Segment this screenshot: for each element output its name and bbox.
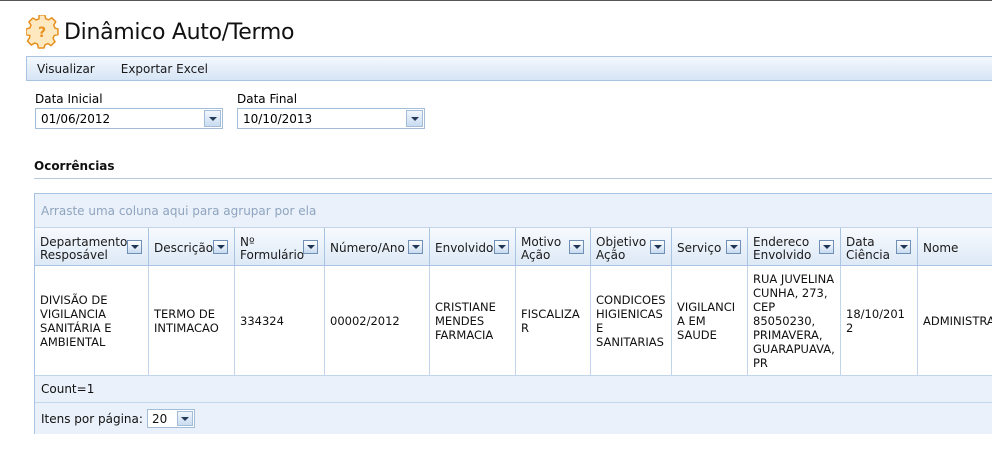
- chevron-down-icon: [216, 245, 225, 249]
- page-size-select[interactable]: 20: [146, 409, 195, 428]
- column-header-motivo-acao[interactable]: Motivo Ação: [516, 228, 591, 266]
- chevron-down-icon: [306, 245, 315, 249]
- gear-question-icon: ?: [26, 15, 59, 49]
- start-date-label: Data Inicial: [35, 92, 103, 106]
- column-header-formulario[interactable]: Nº Formulário: [235, 228, 325, 266]
- column-filter-button[interactable]: [303, 240, 318, 254]
- menu-bar: Visualizar Exportar Excel: [26, 56, 992, 81]
- column-header-servico[interactable]: Serviço: [672, 228, 748, 266]
- chevron-down-icon: [729, 245, 738, 249]
- section-divider: [34, 178, 992, 179]
- column-header-nome[interactable]: Nome: [918, 228, 992, 266]
- title-bar: ? Dinâmico Auto/Termo: [26, 14, 294, 50]
- column-header-data-ciencia[interactable]: Data Ciência: [841, 228, 918, 266]
- column-filter-button[interactable]: [569, 240, 584, 254]
- column-filter-button[interactable]: [494, 240, 509, 254]
- cell-objetivo-acao: CONDICOES HIGIENICAS E SANITARIAS: [591, 266, 672, 376]
- end-date-label: Data Final: [237, 92, 298, 106]
- grid-header-row: Departamento Resposável Descrição Nº For…: [35, 228, 992, 266]
- chevron-down-icon: [497, 245, 506, 249]
- start-date-value[interactable]: 01/06/2012: [36, 112, 204, 126]
- section-title: Ocorrências: [34, 159, 115, 173]
- end-date-dropdown-button[interactable]: [406, 110, 423, 127]
- page-size-label: Itens por página:: [41, 411, 143, 426]
- column-header-departamento[interactable]: Departamento Resposável: [35, 228, 149, 266]
- start-date-dropdown-button[interactable]: [204, 110, 221, 127]
- column-header-descricao[interactable]: Descrição: [149, 228, 235, 266]
- column-filter-button[interactable]: [408, 240, 423, 254]
- chevron-down-icon: [180, 416, 189, 421]
- cell-formulario: 334324: [235, 266, 325, 376]
- menu-exportar-excel[interactable]: Exportar Excel: [121, 62, 208, 76]
- cell-servico: VIGILANCIA EM SAUDE: [672, 266, 748, 376]
- page-size-dropdown-button[interactable]: [176, 411, 193, 426]
- column-filter-button[interactable]: [726, 240, 741, 254]
- column-filter-button[interactable]: [127, 240, 142, 254]
- svg-text:?: ?: [38, 25, 46, 41]
- column-filter-button[interactable]: [650, 240, 665, 254]
- chevron-down-icon: [208, 116, 217, 121]
- cell-endereco: RUA JUVELINA CUNHA, 273, CEP 85050230, P…: [748, 266, 841, 376]
- chevron-down-icon: [822, 245, 831, 249]
- start-date-picker[interactable]: 01/06/2012: [35, 108, 223, 129]
- column-filter-button[interactable]: [213, 240, 228, 254]
- chevron-down-icon: [572, 245, 581, 249]
- table-row[interactable]: DIVISÃO DE VIGILANCIA SANITÁRIA E AMBIEN…: [35, 266, 992, 376]
- grid-footer-count: Count=1: [35, 376, 992, 403]
- cell-data-ciencia: 18/10/2012: [841, 266, 918, 376]
- column-header-objetivo-acao[interactable]: Objetivo Ação: [591, 228, 672, 266]
- chevron-down-icon: [410, 116, 419, 121]
- cell-descricao: TERMO DE INTIMACAO: [149, 266, 235, 376]
- chevron-down-icon: [899, 245, 908, 249]
- chevron-down-icon: [653, 245, 662, 249]
- column-header-envolvido[interactable]: Envolvido: [430, 228, 516, 266]
- cell-motivo-acao: FISCALIZAR: [516, 266, 591, 376]
- page-size-value[interactable]: 20: [148, 412, 177, 426]
- column-filter-button[interactable]: [819, 240, 834, 254]
- page-title: Dinâmico Auto/Termo: [64, 19, 295, 45]
- cell-envolvido: CRISTIANE MENDES FARMACIA: [430, 266, 516, 376]
- end-date-picker[interactable]: 10/10/2013: [237, 108, 425, 129]
- column-header-numero-ano[interactable]: Número/Ano: [325, 228, 430, 266]
- cell-departamento: DIVISÃO DE VIGILANCIA SANITÁRIA E AMBIEN…: [35, 266, 149, 376]
- cell-numero-ano: 00002/2012: [325, 266, 430, 376]
- window-top-border: [0, 0, 992, 1]
- column-filter-button[interactable]: [896, 240, 911, 254]
- end-date-value[interactable]: 10/10/2013: [238, 112, 406, 126]
- group-by-panel[interactable]: Arraste uma coluna aqui para agrupar por…: [35, 194, 992, 228]
- grid-pager: Itens por página: 20: [35, 403, 992, 434]
- chevron-down-icon: [411, 245, 420, 249]
- column-header-endereco[interactable]: Endereco Envolvido: [748, 228, 841, 266]
- occurrences-grid: Arraste uma coluna aqui para agrupar por…: [34, 193, 992, 434]
- chevron-down-icon: [130, 245, 139, 249]
- cell-nome: ADMINISTRADOR SISTEMA: [923, 314, 992, 328]
- menu-visualizar[interactable]: Visualizar: [37, 62, 95, 76]
